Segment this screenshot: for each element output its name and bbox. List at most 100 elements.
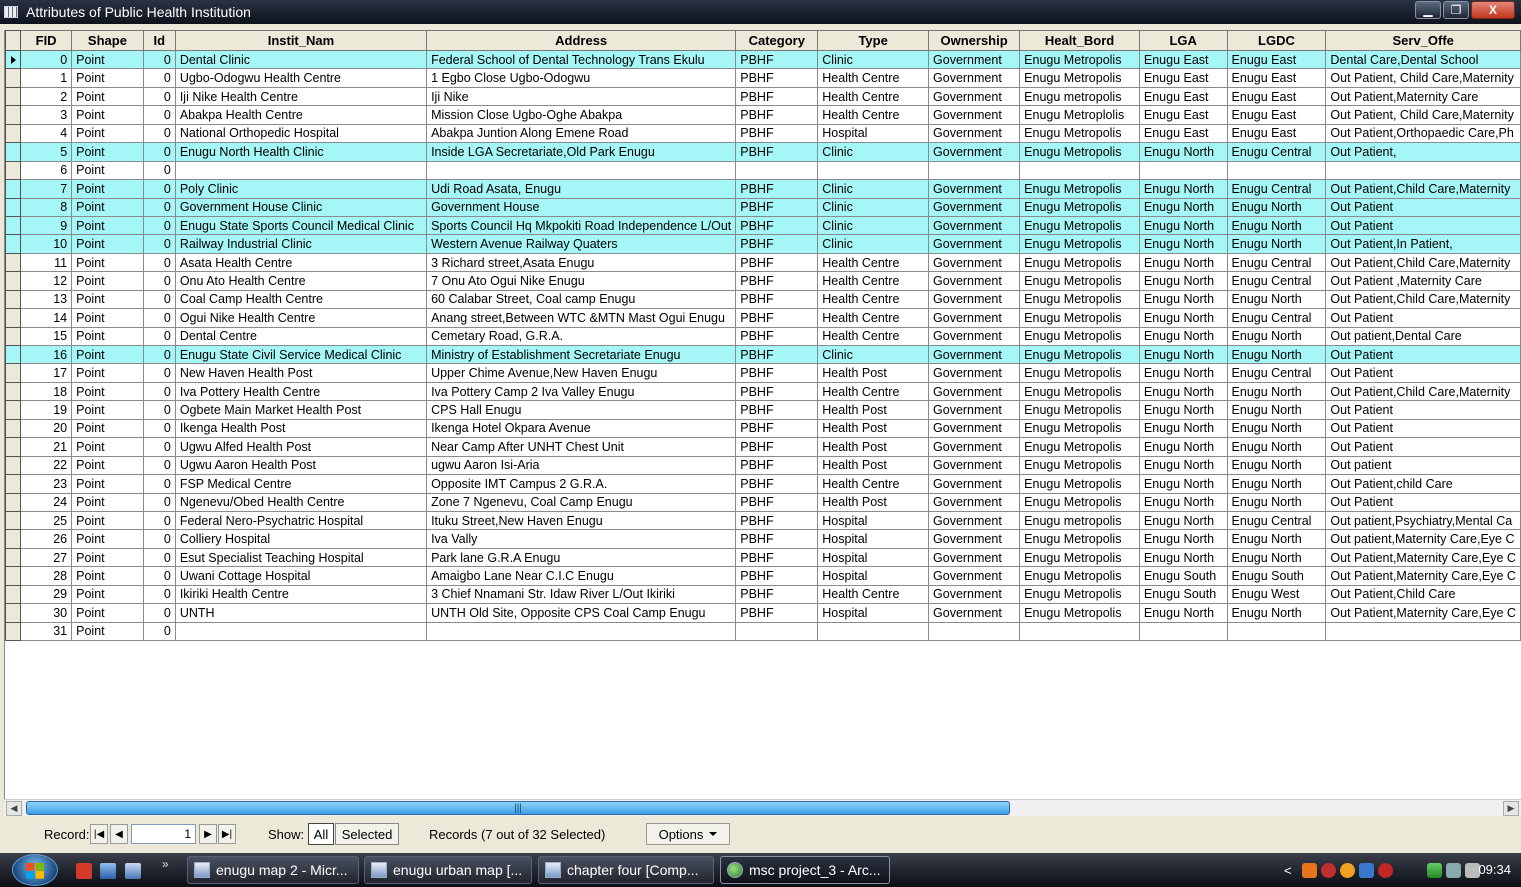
cell-healt-bord[interactable]: Enugu Metropolis [1019, 381, 1140, 402]
cell-id[interactable]: 0 [142, 381, 176, 402]
cell-id[interactable]: 0 [142, 603, 176, 623]
horizontal-scrollbar[interactable]: ◀ ||| ▶ [4, 799, 1521, 816]
cell-ownership[interactable]: Government [928, 197, 1021, 217]
cell-lgdc[interactable]: Enugu Central [1226, 252, 1327, 273]
cell-address[interactable]: Anang street,Between WTC &MTN Mast Ogui … [426, 308, 737, 328]
cell-instit-nam[interactable]: UNTH [174, 603, 428, 623]
cell-id[interactable]: 0 [142, 529, 176, 549]
cell-id[interactable]: 0 [142, 566, 176, 586]
cell-type[interactable]: Health Post [817, 363, 930, 383]
cell-instit-nam[interactable]: Ikenga Health Post [174, 418, 428, 439]
cell-serv-offe[interactable]: Out Patient, Child Care,Maternity [1325, 68, 1521, 88]
cell-lga[interactable]: Enugu North [1138, 326, 1228, 347]
cell-lga[interactable]: Enugu South [1138, 566, 1228, 586]
cell-type[interactable]: Clinic [817, 142, 930, 162]
cell-shape[interactable]: Point [71, 381, 144, 402]
cell-shape[interactable]: Point [71, 474, 144, 494]
cell-type[interactable]: Health Centre [817, 86, 930, 107]
cell-healt-bord[interactable]: Enugu Metropolis [1019, 289, 1140, 310]
cell-instit-nam[interactable] [174, 621, 428, 642]
cell-shape[interactable]: Point [71, 160, 144, 181]
cell-address[interactable]: 3 Richard street,Asata Enugu [426, 252, 737, 273]
row-selector[interactable] [5, 289, 22, 310]
cell-address[interactable]: Iva Pottery Camp 2 Iva Valley Enugu [426, 381, 737, 402]
cell-type[interactable]: Clinic [817, 197, 930, 217]
cell-lga[interactable]: Enugu East [1138, 86, 1228, 107]
cell-shape[interactable]: Point [71, 234, 144, 254]
cell-id[interactable]: 0 [142, 474, 176, 494]
table-row[interactable]: 19 Point 0 Ogbete Main Market Health Post CP… [5, 400, 1521, 420]
column-header-healt-bord[interactable]: Healt_Bord [1019, 30, 1140, 51]
switch-windows-icon[interactable] [125, 863, 141, 879]
cell-ownership[interactable]: Government [928, 234, 1021, 254]
cell-serv-offe[interactable]: Out Patient,Child Care,Maternity [1325, 289, 1521, 310]
volume-icon[interactable] [1464, 862, 1480, 878]
cell-lgdc[interactable]: Enugu East [1226, 68, 1327, 88]
cell-instit-nam[interactable]: Ogui Nike Health Centre [174, 308, 428, 328]
cell-healt-bord[interactable]: Enugu Metropolis [1019, 474, 1140, 494]
cell-lga[interactable]: Enugu North [1138, 455, 1228, 476]
cell-address[interactable]: UNTH Old Site, Opposite CPS Coal Camp En… [426, 603, 737, 623]
cell-healt-bord[interactable]: Enugu Metropolis [1019, 584, 1140, 605]
quick-launch-more-icon[interactable]: » [162, 857, 169, 871]
cell-type[interactable]: Hospital [817, 529, 930, 549]
tray-security-icon[interactable] [1320, 862, 1336, 878]
cell-type[interactable]: Hospital [817, 566, 930, 586]
cell-healt-bord[interactable]: Enugu Metropolis [1019, 68, 1140, 88]
column-header-category[interactable]: Category [735, 30, 819, 51]
cell-category[interactable]: PBHF [735, 289, 819, 310]
cell-id[interactable]: 0 [142, 308, 176, 328]
cell-ownership[interactable]: Government [928, 418, 1021, 439]
cell-address[interactable]: Mission Close Ugbo-Oghe Abakpa [426, 105, 737, 125]
cell-shape[interactable]: Point [71, 68, 144, 88]
cell-type[interactable]: Health Centre [817, 381, 930, 402]
cell-instit-nam[interactable]: Coal Camp Health Centre [174, 289, 428, 310]
cell-id[interactable]: 0 [142, 123, 176, 144]
table-row[interactable]: 6 Point 0 [5, 160, 1521, 181]
cell-id[interactable]: 0 [142, 455, 176, 476]
cell-instit-nam[interactable]: Iji Nike Health Centre [174, 86, 428, 107]
cell-type[interactable] [817, 160, 930, 181]
cell-fid[interactable]: 21 [20, 437, 73, 457]
cell-shape[interactable]: Point [71, 510, 144, 531]
cell-shape[interactable]: Point [71, 547, 144, 568]
cell-serv-offe[interactable]: Out Patient [1325, 308, 1521, 328]
cell-category[interactable]: PBHF [735, 474, 819, 494]
cell-type[interactable]: Health Centre [817, 326, 930, 347]
column-header-fid[interactable]: FID [20, 30, 73, 51]
cell-fid[interactable]: 28 [20, 566, 73, 586]
row-selector[interactable] [5, 621, 22, 642]
cell-shape[interactable]: Point [71, 215, 144, 236]
cell-id[interactable]: 0 [142, 142, 176, 162]
table-row[interactable]: 2 Point 0 Iji Nike Health Centre Iji Nike PBH… [5, 86, 1521, 107]
cell-address[interactable]: Park lane G.R.A Enugu [426, 547, 737, 568]
cell-shape[interactable]: Point [71, 308, 144, 328]
cell-fid[interactable]: 19 [20, 400, 73, 420]
cell-serv-offe[interactable]: Out Patient,Child Care,Maternity [1325, 179, 1521, 199]
network-icon[interactable] [1445, 862, 1461, 878]
cell-shape[interactable]: Point [71, 252, 144, 273]
cell-instit-nam[interactable]: Enugu State Sports Council Medical Clini… [174, 215, 428, 236]
cell-serv-offe[interactable]: Out patient,Maternity Care,Eye C [1325, 529, 1521, 549]
cell-lgdc[interactable]: Enugu Central [1226, 271, 1327, 291]
cell-instit-nam[interactable]: Dental Clinic [174, 49, 428, 70]
show-all-button[interactable]: All [308, 823, 334, 845]
row-selector[interactable] [5, 271, 22, 291]
taskbar-item-enugu-urban-map[interactable]: enugu urban map [... [364, 856, 532, 884]
cell-healt-bord[interactable]: Enugu Metropolis [1019, 400, 1140, 420]
cell-type[interactable]: Health Post [817, 400, 930, 420]
cell-type[interactable]: Clinic [817, 344, 930, 365]
cell-fid[interactable]: 10 [20, 234, 73, 254]
cell-lgdc[interactable] [1226, 160, 1327, 181]
cell-shape[interactable]: Point [71, 437, 144, 457]
cell-id[interactable]: 0 [142, 252, 176, 273]
cell-category[interactable]: PBHF [735, 455, 819, 476]
row-selector[interactable] [5, 363, 22, 383]
cell-address[interactable]: Federal School of Dental Technology Tran… [426, 49, 737, 70]
row-selector[interactable] [5, 215, 22, 236]
cell-ownership[interactable] [928, 160, 1021, 181]
cell-healt-bord[interactable]: Enugu Metropolis [1019, 492, 1140, 512]
row-selector[interactable] [5, 344, 22, 365]
row-selector[interactable] [5, 105, 22, 125]
cell-lgdc[interactable]: Enugu East [1226, 105, 1327, 125]
